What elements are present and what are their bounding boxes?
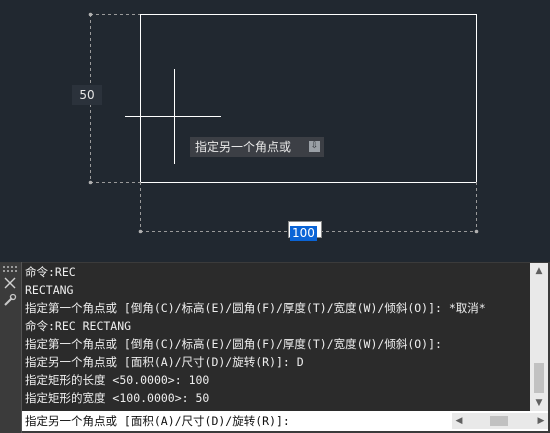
command-prompt: 指定另一个角点或 [面积(A)/尺寸(D)/旋转(R)]: [25,414,290,428]
scroll-right-arrow-icon[interactable]: ▶ [534,413,548,429]
dim-height-label[interactable]: 50 [72,85,102,105]
dim-height-tick-bottom [88,180,93,185]
history-line: 指定矩形的宽度 <100.0000>: 50 [25,391,210,405]
input-horizontal-scrollbar[interactable]: ◀ ▶ [452,413,548,429]
grip-dots-icon[interactable] [3,266,17,272]
scroll-down-arrow-icon[interactable]: ▼ [530,395,548,411]
command-history: 命令:REC RECTANG 指定第一个角点或 [倒角(C)/标高(E)/圆角(… [22,263,530,411]
dim-width-value: 100 [290,226,317,241]
rectangle-shape[interactable] [140,14,477,183]
dynamic-input-tooltip: 指定另一个角点或 ⇩ [190,137,324,157]
command-panel-sidebar [0,262,22,433]
history-line: RECTANG [25,283,74,297]
history-line: 命令:REC RECTANG [25,319,132,333]
history-line: 指定第一个角点或 [倒角(C)/标高(E)/圆角(F)/厚度(T)/宽度(W)/… [25,301,486,315]
history-line: 指定第一个角点或 [倒角(C)/标高(E)/圆角(F)/厚度(T)/宽度(W)/… [25,337,442,351]
history-vertical-scrollbar[interactable]: ▲ ▼ [530,263,548,411]
scrollbar-thumb[interactable] [490,416,508,426]
tooltip-text: 指定另一个角点或 [195,140,292,154]
download-arrow-icon[interactable]: ⇩ [309,141,320,152]
dim-width-input[interactable]: 100 [288,221,322,241]
command-input[interactable]: 指定另一个角点或 [面积(A)/尺寸(D)/旋转(R)]: ◀ ▶ [22,411,548,431]
dim-width-tick-left [138,229,143,234]
command-line-panel: 命令:REC RECTANG 指定第一个角点或 [倒角(C)/标高(E)/圆角(… [0,262,550,433]
close-icon[interactable] [4,277,16,289]
dim-width-tick-right [474,229,479,234]
drawing-svg[interactable] [0,0,550,262]
history-line: 命令:REC [25,265,76,279]
history-line: 指定矩形的长度 <50.0000>: 100 [25,373,210,387]
dim-height-tick-top [88,12,93,17]
history-line: 指定另一个角点或 [面积(A)/尺寸(D)/旋转(R)]: D [25,355,304,369]
drawing-canvas[interactable]: 50 100 指定另一个角点或 ⇩ [0,0,550,262]
command-panel-side-icons [3,266,17,306]
wrench-icon[interactable] [4,293,17,306]
scrollbar-thumb[interactable] [534,363,544,393]
scroll-up-arrow-icon[interactable]: ▲ [530,263,548,279]
scroll-left-arrow-icon[interactable]: ◀ [452,413,466,429]
